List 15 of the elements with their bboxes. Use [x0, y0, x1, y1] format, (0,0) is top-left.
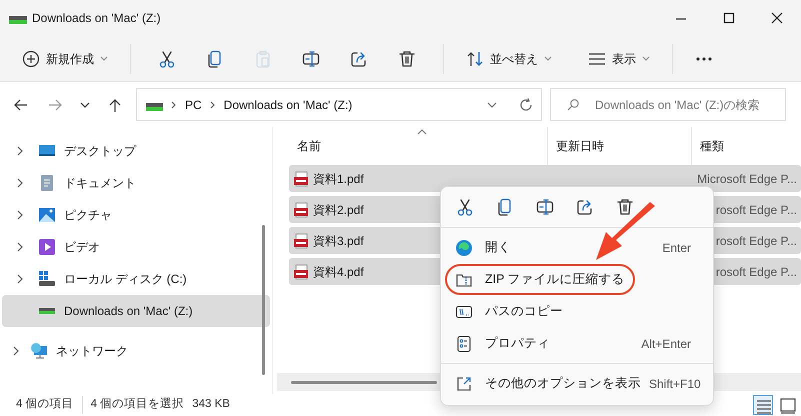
- file-type: rosoft Edge P...: [714, 202, 798, 218]
- file-type: rosoft Edge P...: [714, 232, 798, 250]
- file-name: 資料2.pdf: [313, 202, 364, 218]
- item-count: 4 個の項目: [15, 397, 75, 412]
- shortcut-text: Shift+F10: [649, 376, 701, 392]
- window-title: Downloads on 'Mac' (Z:): [32, 10, 161, 27]
- file-type: rosoft Edge P...: [714, 264, 798, 280]
- file-name: 資料3.pdf: [313, 232, 364, 250]
- shortcut-text: Alt+Enter: [641, 336, 691, 352]
- shortcut-text: Enter: [662, 240, 691, 256]
- selection-count: 4 個の項目を選択: [82, 396, 184, 414]
- file-name: 資料4.pdf: [313, 264, 364, 280]
- selection-size: 343 KB: [191, 397, 230, 412]
- file-type: Microsoft Edge P...: [696, 170, 798, 188]
- file-name: 資料1.pdf: [313, 170, 364, 188]
